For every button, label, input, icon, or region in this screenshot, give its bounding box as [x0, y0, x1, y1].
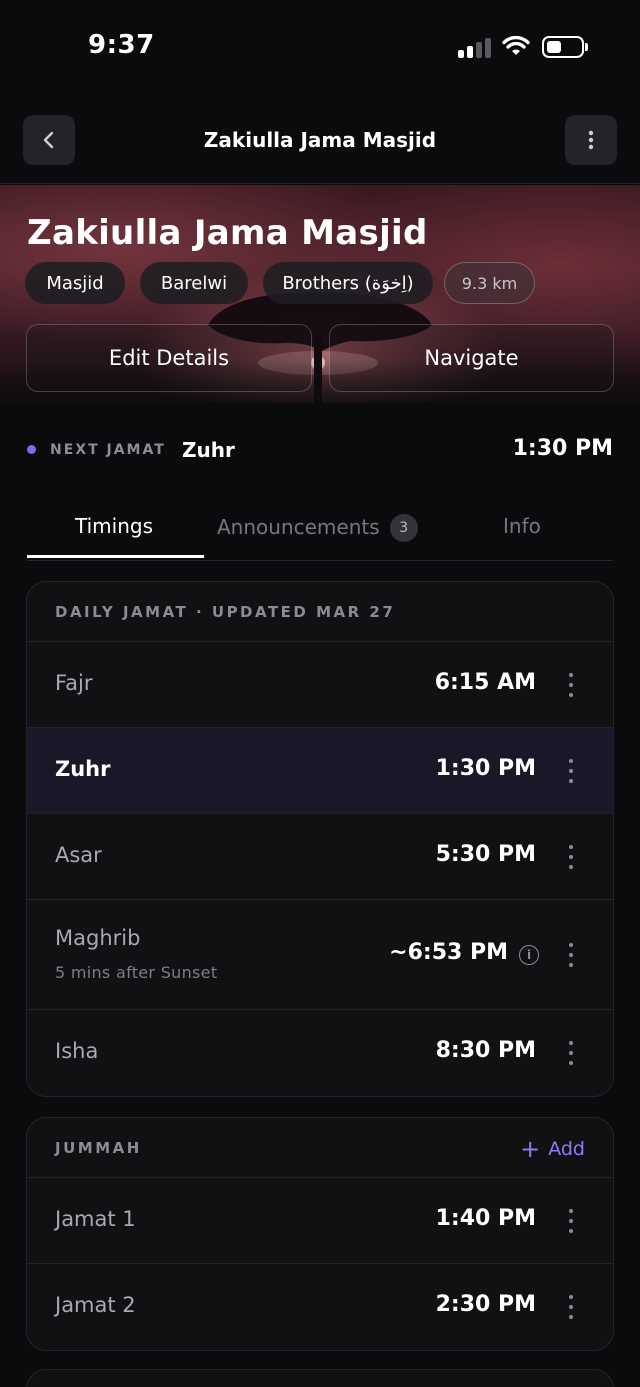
- status-dot-icon: [27, 445, 36, 454]
- tab-timings[interactable]: Timings: [75, 514, 153, 538]
- jummah-row-2[interactable]: Jamat 2 2:30 PM: [27, 1264, 613, 1350]
- prayer-time: 8:30 PM: [435, 1038, 536, 1063]
- prayer-time: ~6:53 PM: [389, 940, 508, 965]
- next-jamat-label: NEXT JAMAT: [50, 442, 166, 458]
- status-time: 9:37: [88, 30, 155, 60]
- vertical-ellipsis-icon: [588, 130, 594, 150]
- chip-school: Barelwi: [140, 262, 248, 304]
- status-bar: 9:37: [0, 0, 640, 96]
- row-more-icon[interactable]: [565, 1295, 577, 1319]
- navigate-button[interactable]: Navigate: [329, 324, 614, 392]
- jamat-time: 2:30 PM: [435, 1292, 536, 1317]
- next-card-edge: [26, 1369, 614, 1387]
- row-more-icon[interactable]: [565, 1041, 577, 1065]
- more-options-button[interactable]: [565, 115, 617, 165]
- row-more-icon[interactable]: [565, 673, 577, 697]
- add-label: Add: [548, 1138, 585, 1160]
- row-more-icon[interactable]: [565, 845, 577, 869]
- jummah-header: JUMMAH: [55, 1139, 142, 1157]
- announcements-count-badge: 3: [389, 514, 418, 542]
- prayer-name: Zuhr: [55, 757, 111, 781]
- daily-jamat-header: DAILY JAMAT · UPDATED MAR 27: [55, 603, 396, 621]
- chip-gender: Brothers (اِخوَة): [263, 262, 433, 304]
- prayer-name: Maghrib: [55, 926, 141, 950]
- jummah-row-1[interactable]: Jamat 1 1:40 PM: [27, 1178, 613, 1264]
- prayer-subtitle: 5 mins after Sunset: [55, 963, 218, 982]
- jamat-name: Jamat 2: [55, 1293, 136, 1317]
- prayer-row-fajr[interactable]: Fajr 6:15 AM: [27, 642, 613, 728]
- nav-title: Zakiulla Jama Masjid: [203, 128, 437, 152]
- card-header: JUMMAH + Add: [27, 1118, 613, 1178]
- prayer-time: 6:15 AM: [434, 670, 536, 695]
- plus-icon: +: [520, 1135, 541, 1163]
- battery-icon: [542, 36, 588, 58]
- card-header: DAILY JAMAT · UPDATED MAR 27: [27, 582, 613, 642]
- tab-bar: Timings Announcements 3 Info: [27, 500, 613, 561]
- active-tab-indicator: [27, 555, 204, 558]
- prayer-row-zuhr[interactable]: Zuhr 1:30 PM: [27, 728, 613, 814]
- next-jamat-time: 1:30 PM: [512, 436, 613, 461]
- masjid-name-heading: Zakiulla Jama Masjid: [27, 213, 428, 253]
- masjid-hero-banner: Zakiulla Jama Masjid Masjid Barelwi Brot…: [0, 185, 640, 420]
- info-icon[interactable]: i: [519, 945, 539, 965]
- distance-badge: 9.3 km: [444, 262, 535, 304]
- prayer-time: 1:30 PM: [435, 756, 536, 781]
- cellular-signal-icon: [458, 38, 492, 58]
- tab-announcements-label: Announcements: [217, 515, 380, 539]
- prayer-row-asar[interactable]: Asar 5:30 PM: [27, 814, 613, 900]
- top-nav-bar: Zakiulla Jama Masjid: [0, 100, 640, 184]
- add-jummah-button[interactable]: + Add: [520, 1135, 585, 1163]
- next-jamat-name: Zuhr: [182, 438, 235, 462]
- row-more-icon[interactable]: [565, 943, 577, 967]
- prayer-name: Fajr: [55, 671, 93, 695]
- tab-announcements[interactable]: Announcements 3: [217, 514, 418, 542]
- tab-info[interactable]: Info: [503, 514, 541, 538]
- prayer-name: Isha: [55, 1039, 99, 1063]
- row-more-icon[interactable]: [565, 1209, 577, 1233]
- jamat-time: 1:40 PM: [435, 1206, 536, 1231]
- jamat-name: Jamat 1: [55, 1207, 136, 1231]
- jummah-card: JUMMAH + Add Jamat 1 1:40 PM Jamat 2 2:30…: [26, 1117, 614, 1351]
- prayer-row-isha[interactable]: Isha 8:30 PM: [27, 1010, 613, 1096]
- row-more-icon[interactable]: [565, 759, 577, 783]
- prayer-row-maghrib[interactable]: Maghrib 5 mins after Sunset ~6:53 PM i: [27, 900, 613, 1010]
- daily-jamat-card: DAILY JAMAT · UPDATED MAR 27 Fajr 6:15 A…: [26, 581, 614, 1097]
- prayer-time: 5:30 PM: [435, 842, 536, 867]
- edit-details-button[interactable]: Edit Details: [26, 324, 312, 392]
- wifi-icon: [502, 35, 530, 55]
- prayer-name: Asar: [55, 843, 102, 867]
- chip-type: Masjid: [25, 262, 125, 304]
- next-jamat-bar: NEXT JAMAT Zuhr 1:30 PM: [0, 428, 640, 472]
